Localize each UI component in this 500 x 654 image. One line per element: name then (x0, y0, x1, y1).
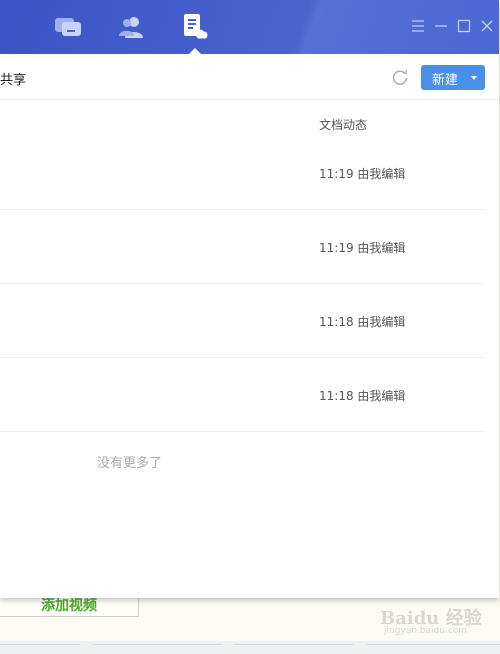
watermark-url: jingyan.baidu.com (384, 626, 468, 636)
contacts-icon[interactable] (117, 14, 145, 40)
baidu-watermark: Baidu 经验 jingyan.baidu.com (380, 604, 492, 638)
toolbar-title: 共享 (0, 73, 27, 88)
minimize-icon[interactable] (433, 18, 449, 34)
list-item[interactable]: 11:19 由我编辑 (0, 136, 485, 210)
title-bar (0, 0, 499, 54)
menu-icon[interactable] (410, 18, 426, 34)
cloud-document-icon[interactable] (181, 14, 209, 40)
list-item[interactable]: 11:19 由我编辑 (0, 210, 485, 284)
app-window: 共享 新建 文档动态 11:19 由我编辑 11:19 由我编辑 11:18 由… (0, 0, 499, 598)
list-item[interactable]: 11:18 由我编辑 (0, 358, 485, 432)
refresh-icon[interactable] (390, 67, 410, 87)
column-header-activity: 文档动态 (319, 118, 368, 132)
no-more-text: 没有更多了 (97, 456, 163, 471)
new-button[interactable]: 新建 (421, 65, 485, 90)
chevron-down-icon[interactable] (471, 76, 477, 80)
activity-text: 11:18 由我编辑 (319, 315, 406, 329)
list-item[interactable]: 11:18 由我编辑 (0, 284, 485, 358)
maximize-icon[interactable] (456, 18, 472, 34)
close-icon[interactable] (479, 18, 495, 34)
activity-text: 11:19 由我编辑 (319, 167, 406, 181)
new-button-label: 新建 (432, 73, 459, 88)
add-video-label: 添加视频 (41, 598, 97, 614)
background-strip (0, 641, 500, 654)
chat-icon[interactable] (54, 14, 82, 40)
activity-text: 11:18 由我编辑 (319, 389, 406, 403)
activity-text: 11:19 由我编辑 (319, 241, 406, 255)
